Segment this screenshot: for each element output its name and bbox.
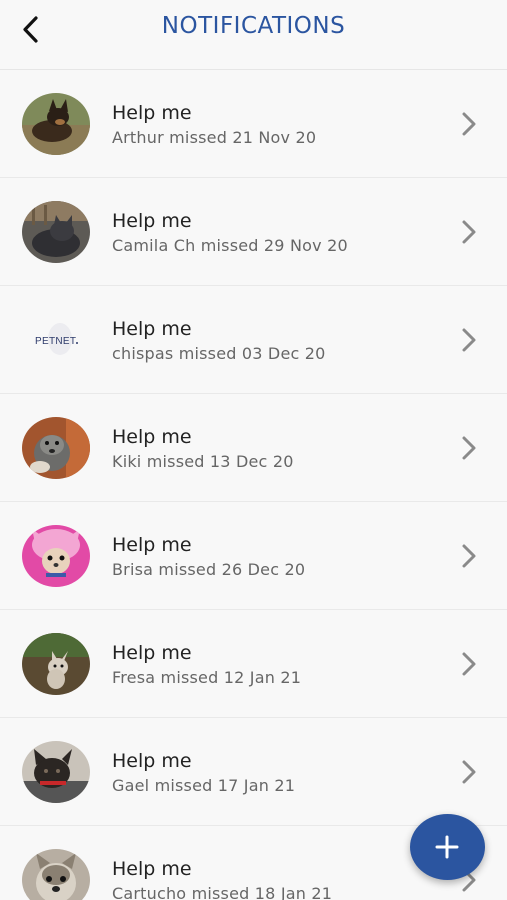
notification-subtitle: Cartucho missed 18 Jan 21 <box>112 884 333 900</box>
notification-subtitle: Brisa missed 26 Dec 20 <box>112 560 306 579</box>
dog-costume-photo-avatar <box>22 525 90 587</box>
notification-row[interactable]: Help me Brisa missed 26 Dec 20 <box>0 502 507 610</box>
dog-photo-avatar <box>22 417 90 479</box>
dog-photo-avatar <box>22 93 90 155</box>
svg-text:PETNET: PETNET <box>35 336 76 347</box>
notification-title: Help me <box>112 642 192 664</box>
notification-title: Help me <box>112 102 192 124</box>
dog-photo-avatar <box>22 741 90 803</box>
chevron-right-icon <box>459 110 479 138</box>
chevron-right-icon <box>459 758 479 786</box>
notification-title: Help me <box>112 534 192 556</box>
notification-subtitle: Fresa missed 12 Jan 21 <box>112 668 302 687</box>
notification-row[interactable]: Help me Camila Ch missed 29 Nov 20 <box>0 178 507 286</box>
cat-photo-avatar <box>22 201 90 263</box>
chevron-right-icon <box>459 434 479 462</box>
notification-subtitle: Camila Ch missed 29 Nov 20 <box>112 236 348 255</box>
dog-photo-avatar <box>22 849 90 900</box>
notification-row[interactable]: Help me Kiki missed 13 Dec 20 <box>0 394 507 502</box>
notification-title: Help me <box>112 210 192 232</box>
notifications-screen: NOTIFICATIONS Help me Arthur missed 21 N… <box>0 0 507 900</box>
dog-photo-avatar <box>22 633 90 695</box>
notification-title: Help me <box>112 426 192 448</box>
notification-subtitle: Gael missed 17 Jan 21 <box>112 776 296 795</box>
notification-subtitle: Arthur missed 21 Nov 20 <box>112 128 317 147</box>
header-bar: NOTIFICATIONS <box>0 0 507 70</box>
notification-subtitle: chispas missed 03 Dec 20 <box>112 344 326 363</box>
notification-title: Help me <box>112 750 192 772</box>
chevron-right-icon <box>459 218 479 246</box>
petnet-logo-avatar: PETNET <box>22 309 90 371</box>
chevron-right-icon <box>459 650 479 678</box>
chevron-right-icon <box>459 542 479 570</box>
plus-icon <box>435 835 459 859</box>
notification-title: Help me <box>112 318 192 340</box>
notification-title: Help me <box>112 858 192 880</box>
add-button[interactable] <box>410 814 485 880</box>
notification-row[interactable]: PETNET Help me chispas missed 03 Dec 20 <box>0 286 507 394</box>
notification-row[interactable]: Help me Gael missed 17 Jan 21 <box>0 718 507 826</box>
notification-subtitle: Kiki missed 13 Dec 20 <box>112 452 294 471</box>
notification-row[interactable]: Help me Arthur missed 21 Nov 20 <box>0 70 507 178</box>
notification-list: Help me Arthur missed 21 Nov 20 Help me … <box>0 70 507 900</box>
chevron-right-icon <box>459 326 479 354</box>
page-title: NOTIFICATIONS <box>161 13 346 39</box>
notification-row[interactable]: Help me Fresa missed 12 Jan 21 <box>0 610 507 718</box>
